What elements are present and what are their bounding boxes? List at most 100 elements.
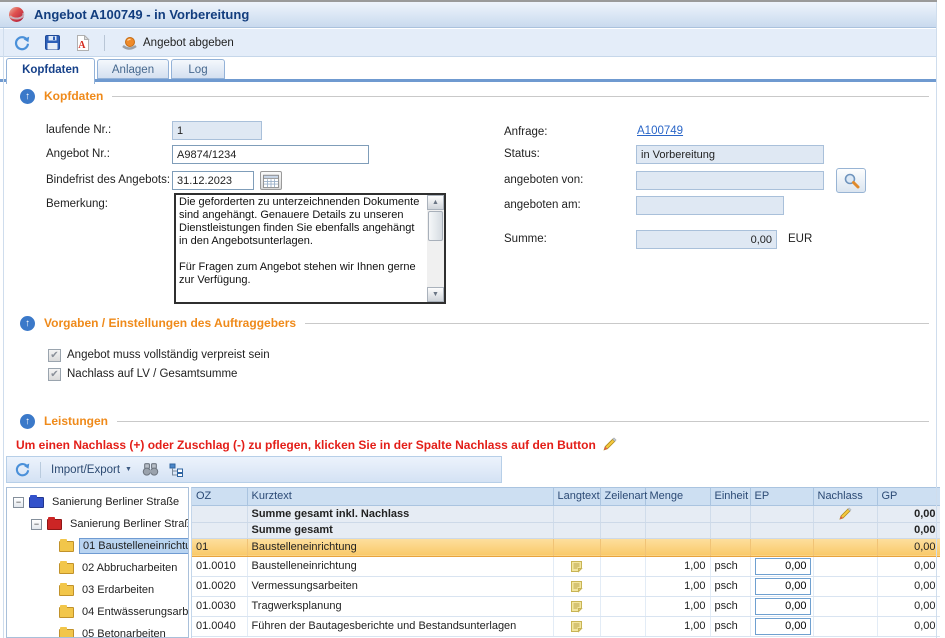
langtext-note-icon[interactable] [570,620,583,633]
checkbox-label: Nachlass auf LV / Gesamtsumme [67,368,237,380]
tree-item-03[interactable]: 03 Erdarbeiten [59,580,157,600]
refresh-icon [14,35,30,51]
table-row-summe-inkl-nachlass: Summe gesamt inkl. Nachlass [192,505,940,522]
table-row-group-01[interactable]: 01 Baustelleneinrichtung 0,00 [192,538,940,556]
ep-input[interactable] [755,618,811,635]
lv-grid: OZ Kurztext Langtext Zeilenart Menge Ein… [191,487,940,638]
grid-refresh-button[interactable] [15,462,30,477]
folder-icon [47,519,62,530]
cell-gp: 0,00 [877,538,940,556]
cell-oz: 01.0030 [192,596,247,616]
col-einheit[interactable]: Einheit [710,488,750,505]
angeboten-am-field [636,196,784,215]
angebot-nr-field[interactable] [172,145,369,164]
col-gp[interactable]: GP [877,488,940,505]
window-titlebar: Angebot A100749 - in Vorbereitung [0,2,937,28]
cell-kurztext: Summe gesamt [247,522,553,538]
angeboten-am-label: angeboten am: [504,196,581,215]
cell-einheit: psch [710,576,750,596]
import-export-button[interactable]: Import/Export ▼ [51,464,132,476]
tab-kopfdaten[interactable]: Kopfdaten [6,58,95,84]
scroll-down-icon[interactable]: ▼ [427,287,444,302]
summe-currency: EUR [788,230,812,249]
cell-oz: 01 [192,538,247,556]
col-oz[interactable]: OZ [192,488,247,505]
bemerkung-textarea[interactable]: Die geforderten zu unterzeichnenden Doku… [176,195,427,302]
checkbox-label: Angebot muss vollständig verpreist sein [67,349,270,361]
dropdown-caret-icon: ▼ [125,466,132,473]
window-right-border [936,2,937,638]
save-button[interactable] [40,32,64,54]
col-menge[interactable]: Menge [645,488,710,505]
collapse-expander-icon[interactable] [31,519,42,530]
calendar-button[interactable] [260,171,282,190]
checkbox-nachlass-lv [48,368,61,381]
binoculars-icon [142,463,159,476]
table-row-pos-010040[interactable]: 01.0040 Führen der Bautagesberichte und … [192,616,940,636]
tab-anlagen[interactable]: Anlagen [97,59,169,79]
langtext-note-icon[interactable] [570,580,583,593]
tree-item-project[interactable]: Sanierung Berliner Straße [13,492,182,512]
table-row-pos-010020[interactable]: 01.0020 Vermessungsarbeiten 1,00 [192,576,940,596]
section-header-vorgaben: Vorgaben / Einstellungen des Auftraggebe… [20,315,929,331]
content-area: Kopfdaten laufende Nr.: Angebot Nr.: Bin… [4,84,937,638]
pdf-export-button[interactable]: A [70,32,94,54]
table-row-pos-010030[interactable]: 01.0030 Tragwerksplanung 1,00 [192,596,940,616]
scrollbar-thumb[interactable] [428,211,443,241]
collapse-expander-icon[interactable] [13,497,24,508]
scroll-up-icon[interactable]: ▲ [427,195,444,210]
textarea-scrollbar[interactable]: ▲ ▼ [427,195,444,302]
col-ep[interactable]: EP [750,488,813,505]
collapse-arrow-icon[interactable] [20,414,35,429]
section-title: Vorgaben / Einstellungen des Auftraggebe… [44,316,296,330]
summe-field [636,230,777,249]
search-icon [843,172,860,189]
cell-gp: 0,00 [877,596,940,616]
edit-nachlass-pencil-icon[interactable] [838,507,852,521]
tree-item-lv[interactable]: Sanierung Berliner Straße [31,514,189,534]
summe-label: Summe: [504,230,547,249]
refresh-button[interactable] [10,32,34,54]
table-row-pos-010010[interactable]: 01.0010 Baustelleneinrichtung 1,00 [192,556,940,576]
toolbar-separator [104,35,105,51]
col-nachlass[interactable]: Nachlass [813,488,877,505]
section-divider [112,96,929,97]
langtext-note-icon[interactable] [570,600,583,613]
tree-item-label: Sanierung Berliner Straße [49,495,182,509]
collapse-arrow-icon[interactable] [20,89,35,104]
tree-item-04[interactable]: 04 Entwässerungsarbeiten [59,602,189,622]
ep-input[interactable] [755,578,811,595]
tree-view-button[interactable] [169,463,184,477]
table-row-summe-gesamt: Summe gesamt 0,00 [192,522,940,538]
tab-log[interactable]: Log [171,59,225,79]
ep-input[interactable] [755,598,811,615]
search-user-button[interactable] [836,168,866,193]
cell-oz: 01.0020 [192,576,247,596]
col-zeilenart[interactable]: Zeilenart [600,488,645,505]
langtext-note-icon[interactable] [570,560,583,573]
collapse-arrow-icon[interactable] [20,316,35,331]
laufende-nr-field [172,121,262,140]
cell-einheit: psch [710,616,750,636]
hint-text: Um einen Nachlass (+) oder Zuschlag (-) … [16,438,596,452]
col-langtext[interactable]: Langtext [553,488,600,505]
tree-item-05[interactable]: 05 Betonarbeiten [59,624,169,638]
angebot-nr-label: Angebot Nr.: [46,145,110,164]
section-header-kopfdaten: Kopfdaten [20,88,929,104]
preview-button[interactable] [142,463,159,476]
tree-item-01[interactable]: 01 Baustelleneinrichtung [59,536,189,556]
import-export-label: Import/Export [51,464,120,476]
cell-kurztext: Baustelleneinrichtung [247,556,553,576]
section-divider [305,323,929,324]
submit-offer-button[interactable]: Angebot abgeben [115,32,240,54]
col-kurztext[interactable]: Kurztext [247,488,553,505]
tree-structure-icon [169,463,184,477]
tree-item-02[interactable]: 02 Abbrucharbeiten [59,558,180,578]
folder-icon [59,541,74,552]
anfrage-link[interactable]: A100749 [637,125,683,137]
bindefrist-field[interactable] [172,171,254,190]
status-label: Status: [504,145,540,164]
section-title: Leistungen [44,414,108,428]
ep-input[interactable] [755,558,811,575]
tree-item-label: 03 Erdarbeiten [79,583,157,597]
